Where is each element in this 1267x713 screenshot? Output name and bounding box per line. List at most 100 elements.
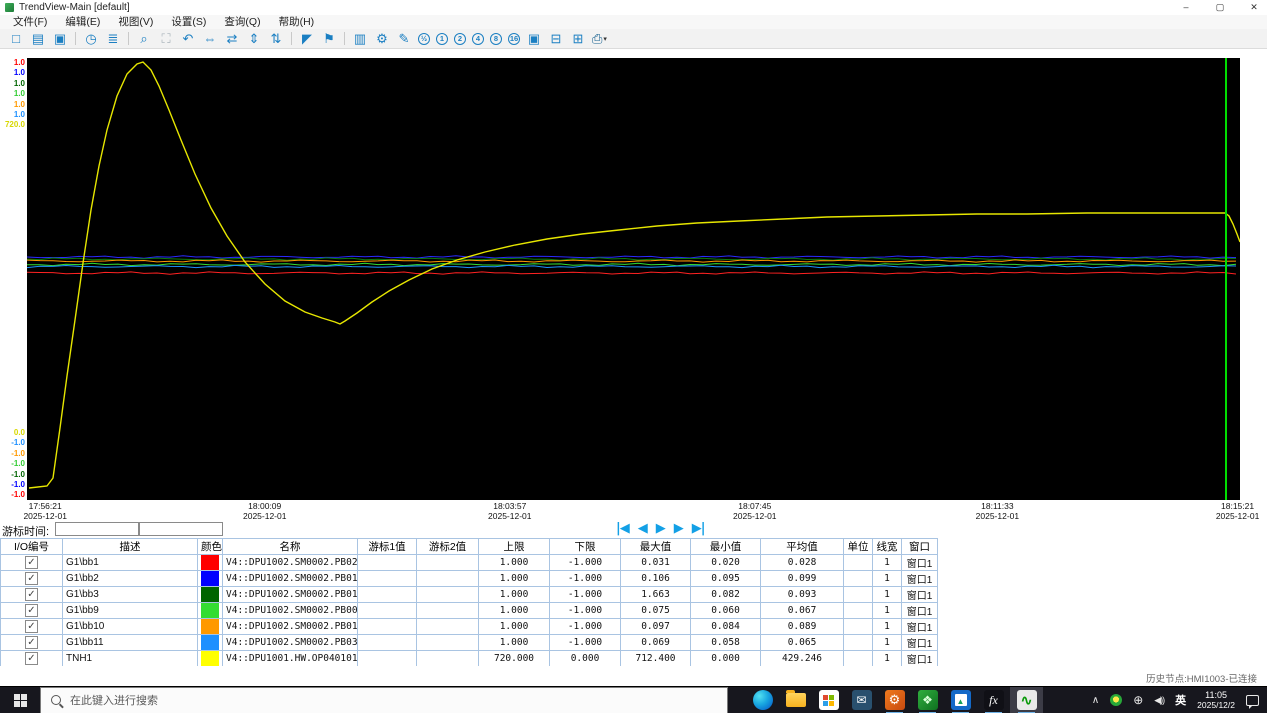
toolbar-separator (344, 32, 345, 45)
row-checkbox[interactable]: ✓ (25, 572, 38, 585)
nav-next-button[interactable]: ▶ (674, 520, 683, 538)
scale-4-button[interactable]: 4 (472, 33, 484, 45)
expand-horizontal-icon[interactable]: ⇔ (202, 30, 218, 48)
max-value-cell: 0.106 (621, 571, 691, 587)
x-tick-2: 18:03:572025-12-01 (488, 502, 531, 521)
config-tool-icon: ⚙ (885, 690, 905, 710)
taskbar-app-store[interactable] (812, 687, 845, 713)
tag-list-icon[interactable]: ≣ (105, 30, 121, 48)
nav-play-button[interactable]: ▶ (656, 520, 665, 538)
report-icon[interactable]: ▥ (352, 30, 368, 48)
time-range-icon[interactable]: ◷ (83, 30, 99, 48)
taskbar-app-mail[interactable]: ✉ (845, 687, 878, 713)
menu-item-2[interactable]: 视图(V) (109, 15, 162, 29)
scale-1-button[interactable]: 1 (436, 33, 448, 45)
color-swatch (201, 651, 219, 666)
taskbar-app-config-tool[interactable]: ⚙ (878, 687, 911, 713)
print-icon[interactable]: ⎙▾ (592, 31, 607, 47)
compress-horizontal-icon[interactable]: ⇄ (224, 30, 240, 48)
save-icon[interactable]: ▣ (52, 30, 68, 48)
window-title: TrendView-Main [default] (19, 2, 130, 13)
trend-plot-svg (27, 58, 1240, 500)
open-file-icon[interactable]: ▤ (30, 30, 46, 48)
row-checkbox[interactable]: ✓ (25, 588, 38, 601)
tag-name-cell: V4::DPU1002.SM0002.PB011206.IN (223, 619, 358, 635)
search-icon (51, 695, 61, 705)
row-checkbox[interactable]: ✓ (25, 604, 38, 617)
zoom-area-icon[interactable]: ⌕ (136, 30, 152, 48)
taskbar-app-edge[interactable] (746, 687, 779, 713)
taskbar-app-fx-tool[interactable]: fx (977, 687, 1010, 713)
taskbar-app-file-explorer[interactable] (779, 687, 812, 713)
low-limit-cell: -1.000 (550, 619, 621, 635)
start-button[interactable] (0, 687, 40, 713)
unit-cell (844, 619, 873, 635)
language-indicator[interactable]: 英 (1175, 692, 1186, 708)
scale-2-button[interactable]: 2 (454, 33, 466, 45)
taskbar-app-photos[interactable]: ▲ (944, 687, 977, 713)
layout-two-pane-icon[interactable]: ⊟ (548, 30, 564, 48)
close-button[interactable]: ✕ (1247, 0, 1261, 15)
scale-8-button[interactable]: 8 (490, 33, 502, 45)
maximize-button[interactable]: ▢ (1213, 0, 1227, 15)
taskbar-clock[interactable]: 11:05 2025/12/2 (1197, 690, 1235, 710)
cursor-flag-icon[interactable]: ⚑ (321, 30, 337, 48)
row-checkbox[interactable]: ✓ (25, 652, 38, 665)
menu-item-4[interactable]: 查询(Q) (215, 15, 269, 29)
nav-buttons: |◀ ◀ ▶ ▶ ▶| (616, 520, 705, 538)
network-icon[interactable]: ⊕ (1133, 694, 1143, 706)
compress-vertical-icon[interactable]: ⇅ (268, 30, 284, 48)
new-file-icon[interactable]: □ (8, 30, 24, 48)
table-row: ✓G1\bb3V4::DPU1002.SM0002.PB011159.IN1.0… (1, 587, 938, 603)
undo-icon[interactable]: ↶ (180, 30, 196, 48)
y-label-bottom-2: -1.0 (0, 449, 25, 459)
volume-icon[interactable]: ◀)) (1154, 695, 1164, 706)
table-row: ✓G1\bb2V4::DPU1002.SM0002.PB011253.IN1.0… (1, 571, 938, 587)
windows-logo-icon (14, 694, 27, 707)
nav-prev-button[interactable]: ◀ (638, 520, 647, 538)
row-checkbox[interactable]: ✓ (25, 556, 38, 569)
cursor-time-input-1[interactable] (55, 522, 139, 536)
cursor2-cell (417, 555, 479, 571)
action-center-icon[interactable] (1246, 695, 1259, 706)
taskbar-search-input[interactable]: 在此键入进行搜索 (40, 687, 728, 713)
trend-table: I/O编号描述颜色名称游标1值游标2值上限下限最大值最小值平均值单位线宽窗口✓G… (0, 538, 938, 667)
window-cell: 窗口1 (902, 651, 938, 667)
row-checkbox[interactable]: ✓ (25, 636, 38, 649)
menu-item-5[interactable]: 帮助(H) (270, 15, 324, 29)
cursor-time-row: 游标时间: |◀◀▶▶▶| (0, 520, 1267, 538)
row-checkbox[interactable]: ✓ (25, 620, 38, 633)
menu-item-1[interactable]: 编辑(E) (56, 15, 109, 29)
menu-bar: 文件(F)编辑(E)视图(V)设置(S)查询(Q)帮助(H) (0, 15, 1267, 29)
expand-vertical-icon[interactable]: ⇕ (246, 30, 262, 48)
menu-item-3[interactable]: 设置(S) (162, 15, 215, 29)
menu-item-0[interactable]: 文件(F) (4, 15, 56, 29)
cursor-time-input-2[interactable] (139, 522, 223, 536)
desc-cell: G1\bb3 (63, 587, 198, 603)
column-header-13: 窗口 (902, 539, 938, 555)
y-label-top-2: 1.0 (0, 79, 25, 89)
y-label-top-6: 720.0 (0, 120, 25, 130)
minimize-button[interactable]: – (1179, 0, 1193, 15)
trend-plot[interactable] (27, 58, 1240, 500)
scale-half-button[interactable]: ½ (418, 33, 430, 45)
select-cursor-icon[interactable]: ◤ (299, 30, 315, 48)
window-cell: 窗口1 (902, 555, 938, 571)
column-header-4: 游标1值 (358, 539, 417, 555)
column-header-9: 最小值 (691, 539, 761, 555)
nav-last-button[interactable]: ▶| (692, 520, 705, 538)
tray-app-icon[interactable] (1110, 694, 1122, 706)
layout-single-icon[interactable]: ▣ (526, 30, 542, 48)
nav-first-button[interactable]: |◀ (616, 520, 629, 538)
layout-four-pane-icon[interactable]: ⊞ (570, 30, 586, 48)
scale-16-button[interactable]: 16 (508, 33, 520, 45)
tray-chevron-icon[interactable]: ∧ (1092, 695, 1099, 706)
unit-cell (844, 587, 873, 603)
settings-gear-icon[interactable]: ⚙ (374, 30, 390, 48)
y-label-top-0: 1.0 (0, 58, 25, 68)
taskbar-app-macs-app[interactable]: ❖ (911, 687, 944, 713)
y-label-bottom-4: -1.0 (0, 470, 25, 480)
min-value-cell: 0.058 (691, 635, 761, 651)
taskbar-app-trendview[interactable]: ∿ (1010, 687, 1043, 713)
annotate-pen-icon[interactable]: ✎ (396, 30, 412, 48)
